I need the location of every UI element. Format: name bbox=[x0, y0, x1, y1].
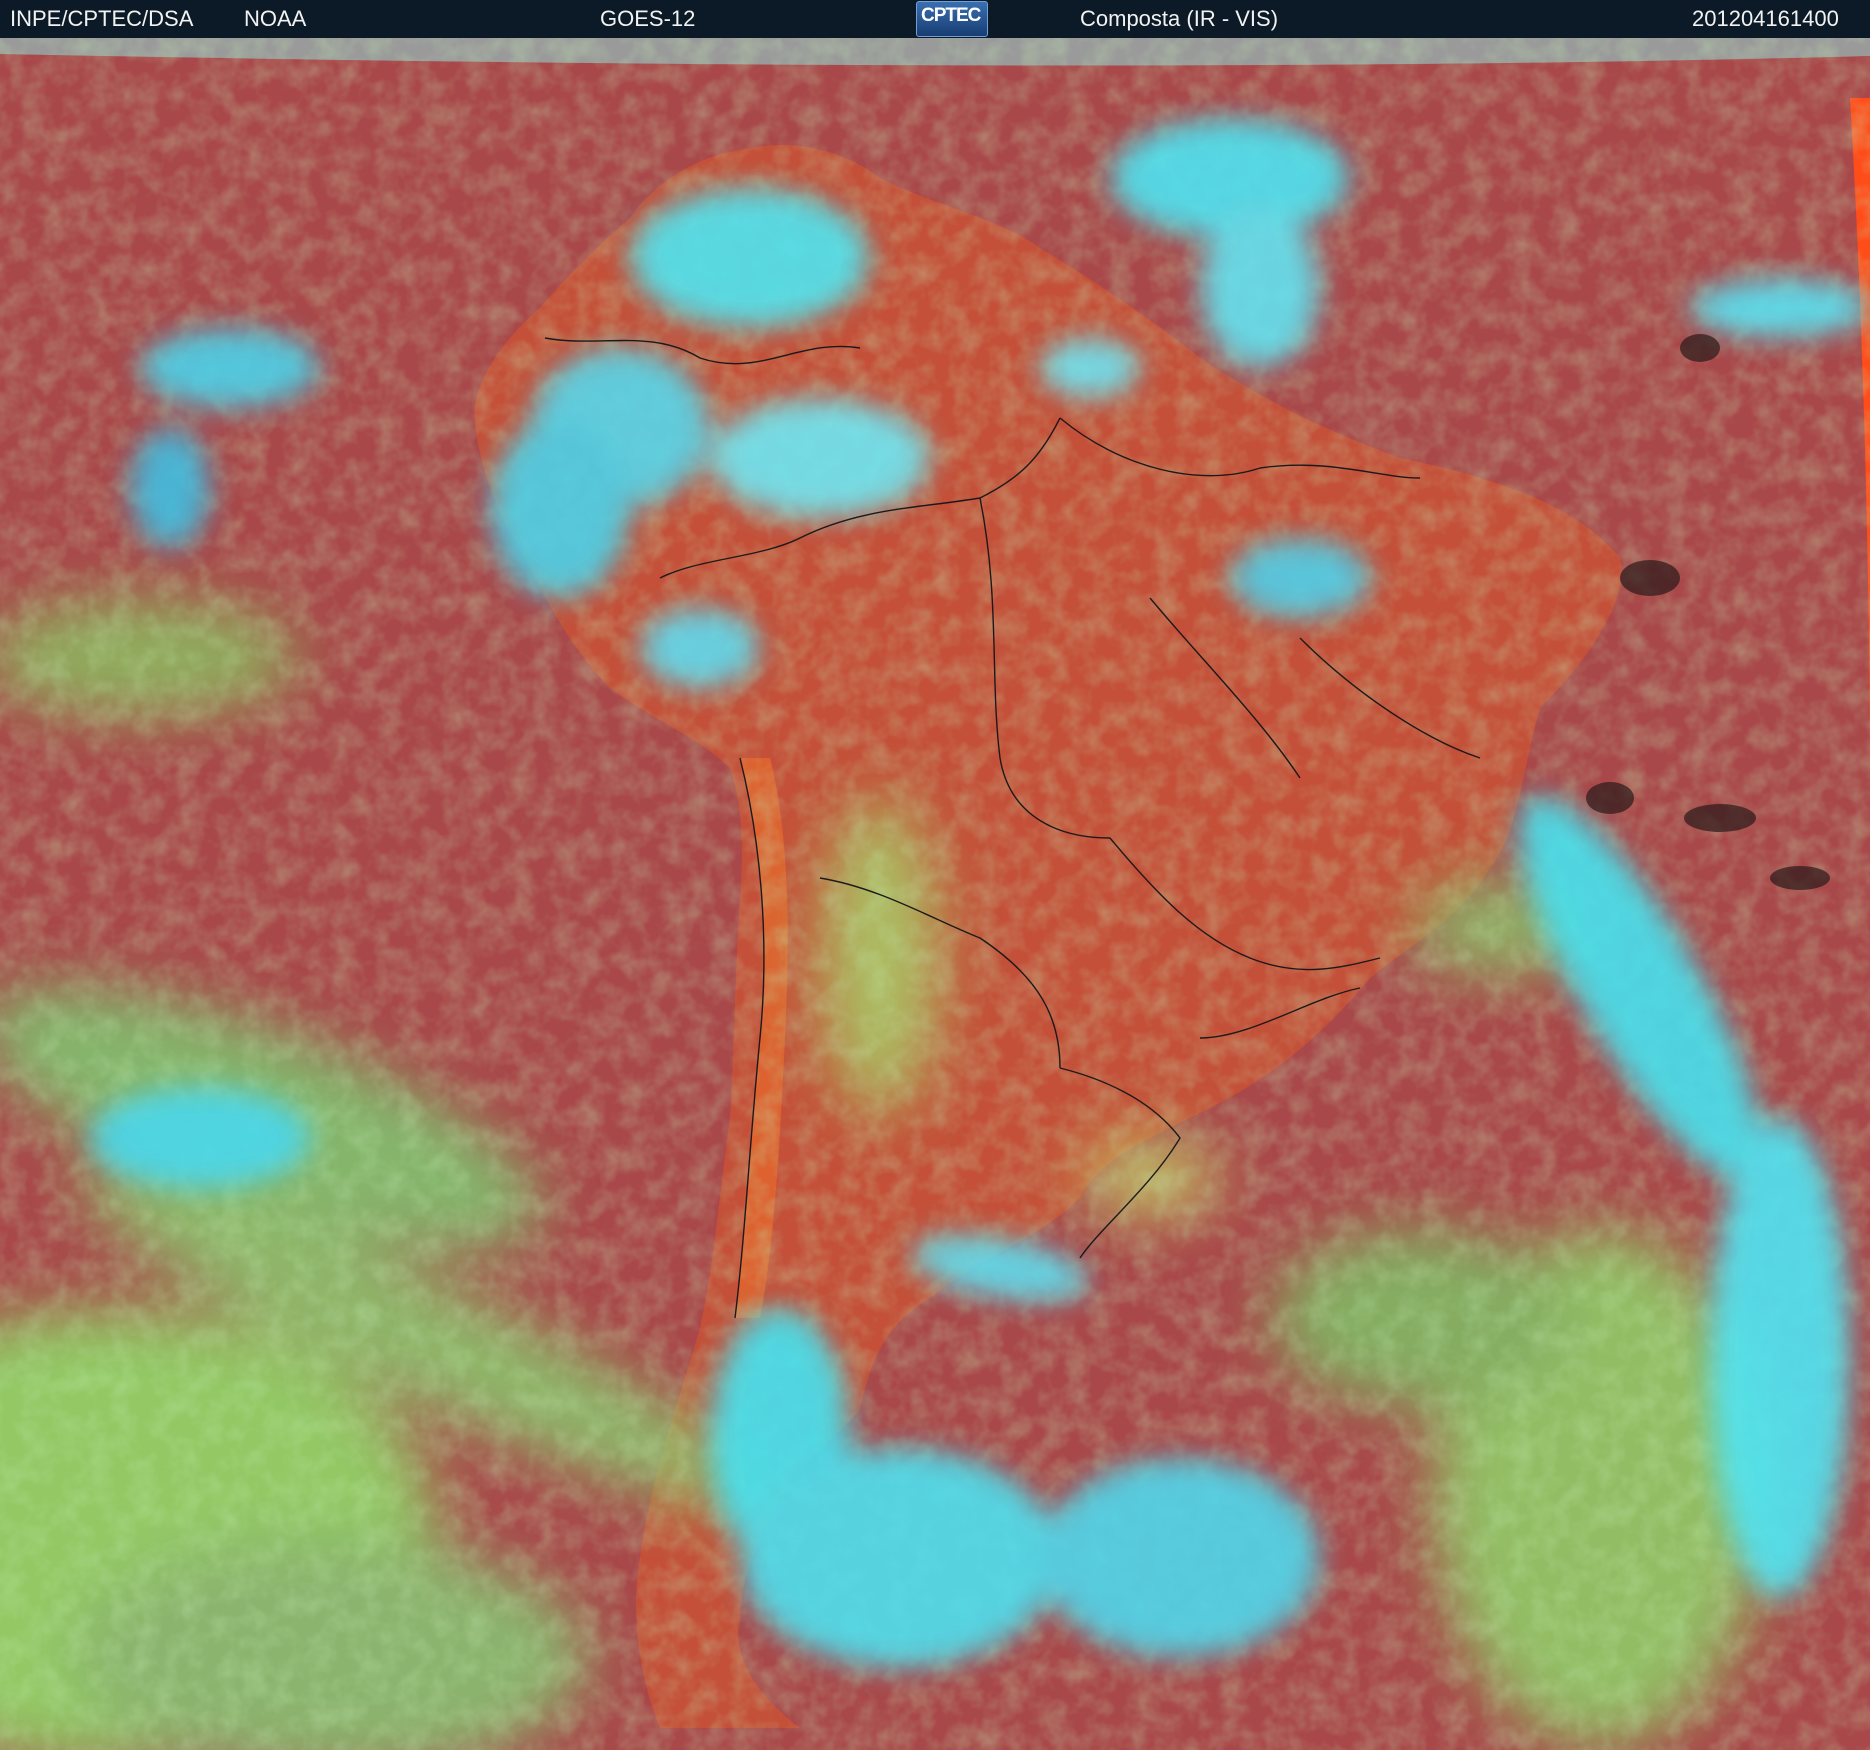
satellite-composite bbox=[0, 38, 1870, 1750]
agency-label: INPE/CPTEC/DSA bbox=[10, 6, 194, 31]
source-label: NOAA bbox=[244, 6, 307, 31]
satellite-image bbox=[0, 38, 1870, 1750]
logo-text: CPTEC bbox=[921, 5, 981, 26]
product-label: Composta (IR - VIS) bbox=[1080, 6, 1279, 31]
cptec-logo-icon: CPTEC bbox=[916, 1, 988, 37]
satellite-label: GOES-12 bbox=[600, 6, 696, 31]
image-header: INPE/CPTEC/DSA NOAA GOES-12 CPTEC Compos… bbox=[0, 0, 1870, 38]
timestamp-label: 201204161400 bbox=[1692, 6, 1839, 31]
